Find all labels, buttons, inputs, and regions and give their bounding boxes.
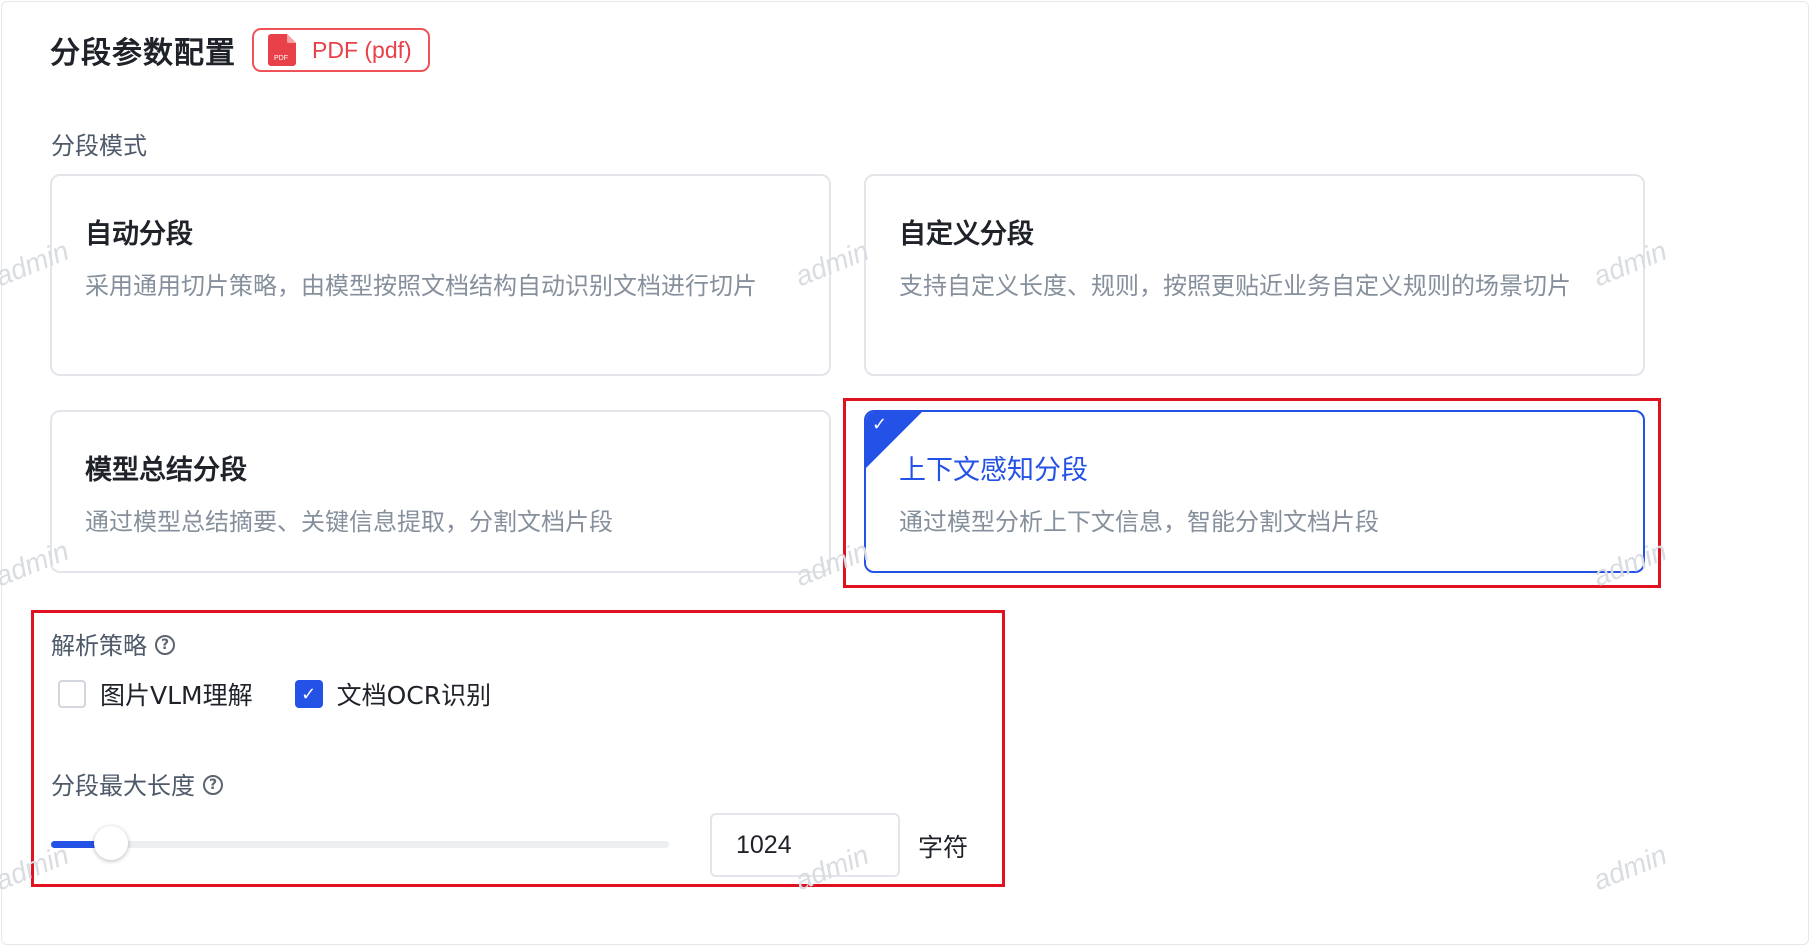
max-length-input[interactable]: [710, 813, 900, 877]
checkbox-document-ocr[interactable]: ✓ 文档OCR识别: [294, 676, 492, 712]
pdf-icon-text: PDF: [274, 55, 288, 62]
mode-card-title: 模型总结分段: [85, 455, 247, 486]
checkbox-box[interactable]: [58, 680, 86, 708]
question-circle-icon[interactable]: ?: [203, 775, 223, 795]
mode-card-title: 上下文感知分段: [899, 455, 1088, 486]
parse-strategy-options: 图片VLM理解 ✓ 文档OCR识别: [58, 676, 533, 712]
mode-card-auto[interactable]: 自动分段 采用通用切片策略，由模型按照文档结构自动识别文档进行切片: [50, 174, 831, 376]
mode-card-description: 通过模型分析上下文信息，智能分割文档片段: [899, 508, 1379, 536]
mode-card-model-summary[interactable]: 模型总结分段 通过模型总结摘要、关键信息提取，分割文档片段: [50, 410, 831, 573]
checkmark-icon: ✓: [301, 683, 317, 705]
checkbox-box-checked[interactable]: ✓: [294, 680, 323, 708]
checkbox-label: 图片VLM理解: [100, 681, 253, 710]
checkbox-label: 文档OCR识别: [336, 681, 492, 710]
file-type-badge: PDF PDF (pdf): [252, 28, 430, 72]
pdf-file-icon: PDF: [268, 34, 296, 66]
file-type-label: PDF (pdf): [312, 36, 412, 63]
max-length-label-text: 分段最大长度: [51, 772, 195, 800]
mode-card-custom[interactable]: 自定义分段 支持自定义长度、规则，按照更贴近业务自定义规则的场景切片: [864, 174, 1645, 376]
mode-card-description: 支持自定义长度、规则，按照更贴近业务自定义规则的场景切片: [899, 272, 1571, 300]
segment-mode-label: 分段模式: [51, 132, 147, 160]
parse-strategy-label: 解析策略?: [51, 626, 175, 661]
max-length-slider[interactable]: [51, 826, 669, 860]
mode-card-description: 通过模型总结摘要、关键信息提取，分割文档片段: [85, 508, 613, 536]
max-length-unit: 字符: [918, 833, 969, 862]
page-title: 分段参数配置: [50, 36, 236, 71]
checkbox-image-vlm[interactable]: 图片VLM理解: [58, 676, 253, 712]
slider-thumb[interactable]: [93, 826, 128, 860]
mode-card-context-aware[interactable]: ✓ 上下文感知分段 通过模型分析上下文信息，智能分割文档片段: [864, 410, 1645, 573]
question-circle-icon[interactable]: ?: [155, 635, 175, 655]
mode-card-title: 自定义分段: [899, 219, 1034, 250]
max-length-label: 分段最大长度?: [51, 766, 223, 801]
parse-strategy-label-text: 解析策略: [51, 632, 147, 660]
mode-card-title: 自动分段: [85, 219, 193, 250]
mode-card-description: 采用通用切片策略，由模型按照文档结构自动识别文档进行切片: [85, 272, 757, 300]
page-header: 分段参数配置 PDF PDF (pdf): [50, 26, 430, 74]
checkmark-icon: ✓: [872, 414, 888, 435]
slider-track: [51, 841, 669, 848]
